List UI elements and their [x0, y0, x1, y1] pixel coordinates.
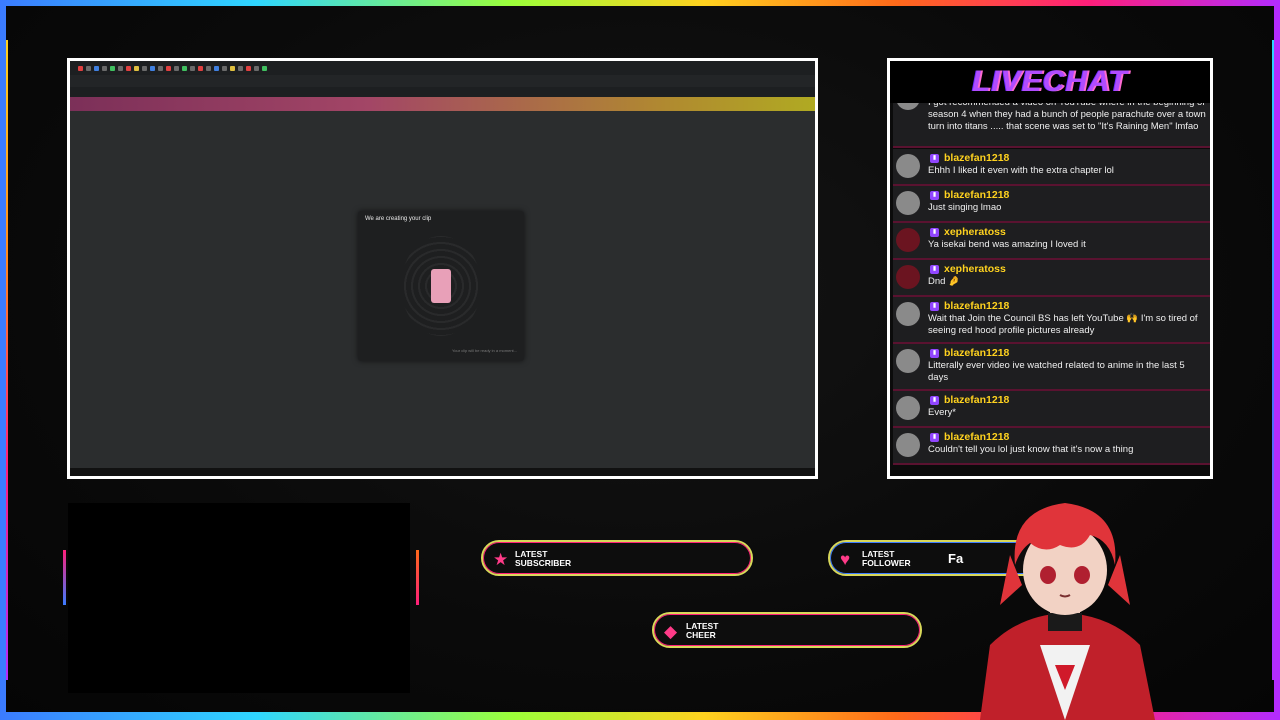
- chat-message: ▮ blazefan1218 Every*: [893, 391, 1210, 428]
- chat-message: ▮ blazefan1218 Litterally ever video ive…: [893, 344, 1210, 391]
- tab-favicon[interactable]: [230, 65, 235, 71]
- tab-favicon[interactable]: [158, 65, 163, 71]
- heart-icon: ♥: [840, 550, 851, 569]
- livechat-header: LIVECHAT: [890, 61, 1210, 103]
- twitch-icon: ▮: [930, 191, 939, 200]
- browser-capture: We are creating your clip Your clip will…: [67, 58, 818, 479]
- diamond-icon: ◆: [664, 622, 678, 641]
- twitch-icon: ▮: [930, 265, 939, 274]
- user-avatar: [896, 433, 920, 457]
- phone-icon: [431, 269, 451, 303]
- tab-favicon[interactable]: [142, 65, 147, 71]
- chat-message: ▮ blazefan1218 Just singing lmao: [893, 186, 1210, 223]
- tab-favicon[interactable]: [214, 65, 219, 71]
- chat-message-text: Wait that Join the Council BS has left Y…: [928, 313, 1198, 336]
- tab-favicon[interactable]: [190, 65, 195, 71]
- chat-message: ▮ blazefan1218 Wait that Join the Counci…: [893, 297, 1210, 344]
- bookmarks-bar: [70, 87, 815, 97]
- webcam-glow-left: [63, 550, 66, 605]
- chat-message-text: Dnd 🤌: [928, 276, 960, 287]
- chat-message: ▮ blazefan1218 Ehhh I liked it even with…: [893, 149, 1210, 186]
- chat-message-text: Ya isekai bend was amazing I loved it: [928, 239, 1086, 250]
- chat-username[interactable]: blazefan1218: [944, 431, 1009, 443]
- tab-favicon[interactable]: [126, 65, 131, 71]
- tab-favicon[interactable]: [166, 65, 171, 71]
- tab-favicon[interactable]: [86, 65, 91, 71]
- webcam-glow-right: [416, 550, 419, 605]
- chat-message-text: Couldn't tell you lol just know that it'…: [928, 444, 1134, 455]
- latest-cheer-label: LATEST CHEER: [686, 621, 719, 640]
- tab-favicon[interactable]: [118, 65, 123, 71]
- chat-username[interactable]: blazefan1218: [944, 347, 1009, 359]
- dialog-note: Your clip will be ready in a moment...: [452, 348, 517, 353]
- browser-bottom-strip: [70, 468, 815, 476]
- livechat-title: LIVECHAT: [972, 65, 1128, 98]
- tab-favicon[interactable]: [174, 65, 179, 71]
- latest-cheer-bar: ◆ LATEST CHEER: [652, 612, 922, 648]
- right-glow: [1272, 40, 1274, 680]
- livechat-panel: LIVECHAT I got recommended a video on Yo…: [887, 58, 1213, 479]
- webcam-box: [68, 503, 410, 693]
- chat-message-text: Just singing lmao: [928, 202, 1002, 213]
- tab-favicon[interactable]: [246, 65, 251, 71]
- chat-message: ▮ xepheratoss Ya isekai bend was amazing…: [893, 223, 1210, 260]
- twitch-icon: ▮: [930, 154, 939, 163]
- user-avatar: [896, 154, 920, 178]
- tab-favicon[interactable]: [198, 65, 203, 71]
- twitch-icon: ▮: [930, 302, 939, 311]
- tab-favicon[interactable]: [110, 65, 115, 71]
- chat-message-text: Every*: [928, 407, 956, 418]
- livechat-inner: LIVECHAT I got recommended a video on Yo…: [890, 61, 1210, 476]
- latest-follower-label: LATEST FOLLOWER: [862, 549, 911, 568]
- chat-username[interactable]: xepheratoss: [944, 226, 1006, 238]
- chat-message-text: Litterally ever video ive watched relate…: [928, 360, 1185, 383]
- tab-favicon[interactable]: [150, 65, 155, 71]
- chat-username[interactable]: blazefan1218: [944, 152, 1009, 164]
- twitch-icon: ▮: [930, 433, 939, 442]
- twitch-icon: ▮: [930, 349, 939, 358]
- chat-username[interactable]: blazefan1218: [944, 300, 1009, 312]
- user-avatar: [896, 265, 920, 289]
- twitch-icon: ▮: [930, 228, 939, 237]
- dialog-title: We are creating your clip: [365, 216, 432, 222]
- chat-message: ▮ xepheratoss Dnd 🤌: [893, 260, 1210, 297]
- twitch-icon: ▮: [930, 396, 939, 405]
- chat-message-text: Ehhh I liked it even with the extra chap…: [928, 165, 1114, 176]
- vtuber-avatar: [980, 503, 1155, 720]
- tab-favicon[interactable]: [102, 65, 107, 71]
- chat-username[interactable]: blazefan1218: [944, 394, 1009, 406]
- tab-favicon[interactable]: [238, 65, 243, 71]
- user-avatar: [896, 302, 920, 326]
- page-header-bar: [70, 97, 815, 111]
- latest-subscriber-label: LATEST SUBSCRIBER: [515, 549, 572, 568]
- tab-favicon[interactable]: [262, 65, 267, 71]
- left-glow: [6, 40, 8, 680]
- chat-username[interactable]: blazefan1218: [944, 189, 1009, 201]
- star-icon: ★: [493, 550, 509, 569]
- latest-subscriber-bar: ★ LATEST SUBSCRIBER: [481, 540, 753, 576]
- user-avatar: [896, 349, 920, 373]
- user-avatar: [896, 191, 920, 215]
- tab-favicon[interactable]: [134, 65, 139, 71]
- chat-username[interactable]: xepheratoss: [944, 263, 1006, 275]
- tab-favicon[interactable]: [254, 65, 259, 71]
- browser-window: We are creating your clip Your clip will…: [70, 61, 815, 476]
- user-avatar: [896, 396, 920, 420]
- tab-favicon[interactable]: [182, 65, 187, 71]
- tab-favicon[interactable]: [222, 65, 227, 71]
- browser-tab-bar[interactable]: [70, 61, 815, 75]
- address-bar[interactable]: [70, 75, 815, 87]
- tab-favicon[interactable]: [206, 65, 211, 71]
- user-avatar: [896, 228, 920, 252]
- chat-message: ▮ blazefan1218 Couldn't tell you lol jus…: [893, 428, 1210, 465]
- clip-dialog: We are creating your clip Your clip will…: [358, 211, 524, 361]
- tab-favicon[interactable]: [78, 65, 83, 71]
- tab-favicon[interactable]: [94, 65, 99, 71]
